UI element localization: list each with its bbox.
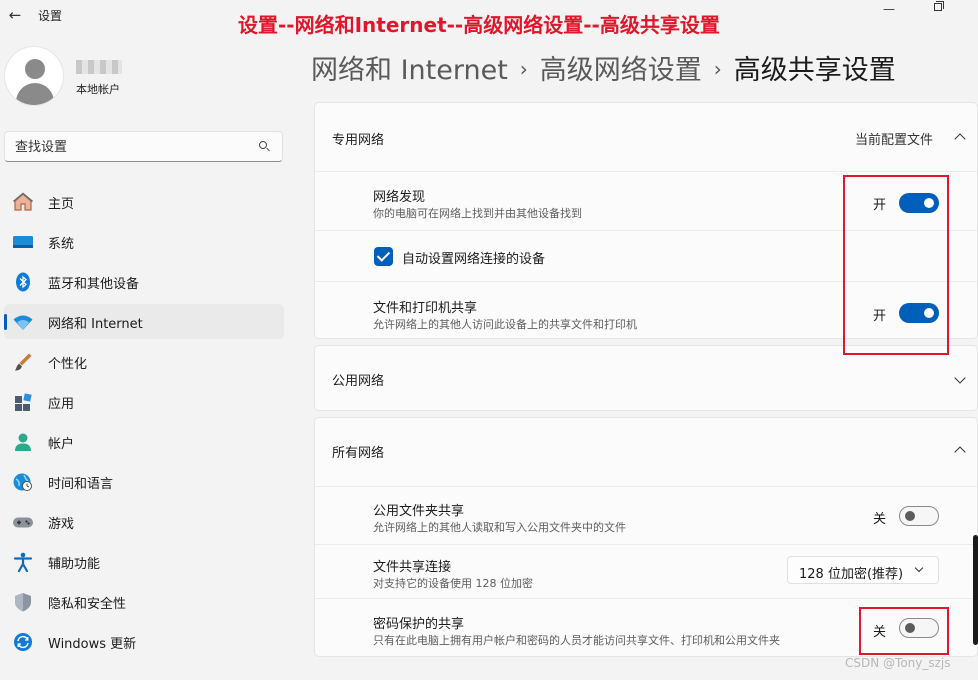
shield-icon [15, 593, 31, 612]
sidebar-item-label: 辅助功能 [48, 557, 101, 572]
dropdown-value: 128 位加密(推荐) [799, 567, 904, 582]
chevron-down-icon [914, 565, 926, 577]
home-icon [12, 192, 34, 211]
breadcrumb-item-advanced[interactable]: 高级网络设置 [540, 55, 702, 86]
all-networks-section: 所有网络 公用文件夹共享 允许网络上的其他人读取和写入公用文件夹中的文件 关 文… [314, 417, 978, 657]
section-title: 公用网络 [332, 374, 385, 389]
public-folder-sharing-row: 公用文件夹共享 允许网络上的其他人读取和写入公用文件夹中的文件 关 [315, 486, 977, 544]
sidebar-item-windows-update[interactable]: Windows 更新 [4, 624, 284, 659]
row-description: 只有在此电脑上拥有用户帐户和密码的人员才能访问共享文件、打印机和公用文件夹 [373, 634, 780, 647]
wifi-icon [13, 315, 33, 330]
all-networks-header[interactable]: 所有网络 [315, 418, 977, 486]
scrollbar-thumb[interactable] [973, 535, 978, 645]
chevron-up-icon[interactable] [954, 444, 966, 456]
row-title: 网络发现 [373, 190, 426, 205]
sidebar-item-label: 应用 [48, 397, 75, 412]
sidebar-item-label: 隐私和安全性 [48, 597, 127, 612]
sidebar-item-apps[interactable]: 应用 [4, 384, 284, 419]
user-name-blurred [76, 60, 122, 74]
row-description: 允许网络上的其他人访问此设备上的共享文件和打印机 [373, 318, 637, 331]
private-network-header[interactable]: 专用网络 当前配置文件 [315, 103, 977, 171]
sidebar-item-network[interactable]: 网络和 Internet [4, 304, 284, 339]
sidebar-item-label: 时间和语言 [48, 477, 114, 492]
sidebar-item-label: 游戏 [48, 517, 75, 532]
breadcrumb: 网络和 Internet › 高级网络设置 › 高级共享设置 [311, 48, 896, 87]
sidebar-item-label: 蓝牙和其他设备 [48, 277, 140, 292]
section-title: 专用网络 [332, 133, 385, 148]
sidebar-item-label: 系统 [48, 237, 75, 252]
chevron-right-icon: › [713, 57, 722, 81]
avatar[interactable] [4, 46, 64, 106]
file-printer-sharing-toggle[interactable] [899, 303, 939, 323]
chevron-down-icon[interactable] [954, 374, 966, 386]
sidebar-item-bluetooth[interactable]: 蓝牙和其他设备 [4, 264, 284, 299]
breadcrumb-item-network[interactable]: 网络和 Internet [311, 55, 508, 86]
sidebar-item-privacy[interactable]: 隐私和安全性 [4, 584, 284, 619]
watermark: CSDN @Tony_szjs [845, 656, 951, 670]
search-box[interactable] [4, 131, 283, 162]
back-arrow-icon[interactable]: ← [4, 4, 26, 26]
section-title: 所有网络 [332, 446, 385, 461]
sidebar-item-label: 个性化 [48, 357, 88, 372]
sidebar-item-accounts[interactable]: 帐户 [4, 424, 284, 459]
account-type: 本地帐户 [76, 83, 120, 96]
bluetooth-icon [16, 272, 30, 292]
encryption-dropdown[interactable]: 128 位加密(推荐) [787, 556, 939, 584]
row-title: 公用文件夹共享 [373, 504, 465, 519]
toggle-state-label: 关 [873, 512, 887, 527]
accessibility-icon [13, 552, 33, 572]
password-protected-sharing-toggle[interactable] [899, 618, 939, 638]
network-discovery-toggle[interactable] [899, 193, 939, 213]
row-title: 文件和打印机共享 [373, 301, 478, 316]
row-title: 密码保护的共享 [373, 617, 465, 632]
file-printer-sharing-row: 文件和打印机共享 允许网络上的其他人访问此设备上的共享文件和打印机 开 [315, 281, 977, 338]
row-description: 允许网络上的其他人读取和写入公用文件夹中的文件 [373, 521, 626, 534]
sidebar-item-label: Windows 更新 [48, 637, 137, 652]
person-icon [15, 433, 31, 451]
private-network-section: 专用网络 当前配置文件 网络发现 你的电脑可在网络上找到并由其他设备找到 开 自… [314, 102, 978, 339]
password-protected-sharing-row: 密码保护的共享 只有在此电脑上拥有用户帐户和密码的人员才能访问共享文件、打印机和… [315, 598, 977, 656]
gamepad-icon [13, 517, 33, 528]
sidebar-item-label: 网络和 Internet [48, 317, 143, 332]
restore-icon[interactable] [932, 0, 944, 12]
file-sharing-connection-row: 文件共享连接 对支持它的设备使用 128 位加密 128 位加密(推荐) [315, 544, 977, 598]
annotation-title: 设置--网络和Internet--高级网络设置--高级共享设置 [238, 13, 720, 37]
row-title: 文件共享连接 [373, 560, 452, 575]
globe-clock-icon [13, 473, 32, 491]
toggle-state-label: 开 [873, 309, 887, 324]
update-icon [14, 633, 32, 651]
sidebar-item-gaming[interactable]: 游戏 [4, 504, 284, 539]
public-folder-sharing-toggle[interactable] [899, 506, 939, 526]
chevron-right-icon: › [519, 57, 528, 81]
minimize-icon[interactable]: — [883, 2, 895, 16]
checkbox-label: 自动设置网络连接的设备 [402, 252, 546, 267]
sidebar-item-label: 主页 [48, 197, 75, 212]
auto-setup-row: 自动设置网络连接的设备 [315, 230, 977, 281]
monitor-icon [13, 236, 33, 248]
sidebar-item-accessibility[interactable]: 辅助功能 [4, 544, 284, 579]
sidebar-item-label: 帐户 [48, 437, 75, 452]
search-icon[interactable] [259, 141, 270, 152]
search-input[interactable] [15, 138, 245, 156]
auto-setup-checkbox[interactable] [374, 247, 393, 266]
sidebar-item-personalization[interactable]: 个性化 [4, 344, 284, 379]
brush-icon [15, 353, 32, 371]
toggle-state-label: 开 [873, 198, 887, 213]
row-description: 对支持它的设备使用 128 位加密 [373, 577, 533, 590]
chevron-up-icon[interactable] [954, 131, 966, 143]
sidebar-nav: 主页 系统 蓝牙和其他设备 网络和 Internet 个性化 应用 帐户 时间和… [4, 184, 284, 664]
title-bar: ← 设置 设置--网络和Internet--高级网络设置--高级共享设置 — [0, 0, 978, 37]
sidebar-item-system[interactable]: 系统 [4, 224, 284, 259]
app-title: 设置 [38, 9, 63, 23]
apps-icon [15, 393, 32, 411]
current-profile-badge: 当前配置文件 [855, 133, 934, 148]
page-title: 高级共享设置 [733, 55, 896, 86]
sidebar-item-home[interactable]: 主页 [4, 184, 284, 219]
toggle-state-label: 关 [873, 625, 887, 640]
sidebar-item-time-language[interactable]: 时间和语言 [4, 464, 284, 499]
public-network-section[interactable]: 公用网络 [314, 345, 978, 411]
network-discovery-row: 网络发现 你的电脑可在网络上找到并由其他设备找到 开 [315, 171, 977, 230]
row-description: 你的电脑可在网络上找到并由其他设备找到 [373, 207, 582, 220]
